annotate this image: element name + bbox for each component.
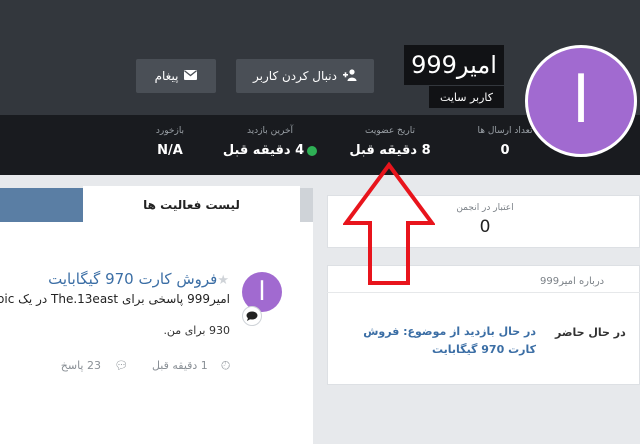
comment-icon: 💬︎ (114, 359, 129, 372)
stat-label: بازخورد (155, 126, 185, 136)
stat-label: تاریخ عضویت (365, 126, 415, 136)
profile-user-title: کاربر سایت (429, 86, 504, 108)
envelope-icon (184, 69, 198, 83)
activity-time: 🕘︎ 1 دقیقه قبل (142, 359, 230, 372)
red-arrow-icon (343, 162, 435, 285)
reputation-label: اعتبار در انجمن (456, 203, 514, 213)
comment-bubble-icon (242, 306, 262, 326)
stat-value: 4 دقیقه قبل (222, 143, 305, 158)
stat-feedback: بازخورد N/A (130, 126, 210, 158)
activity-title[interactable]: ★فروش کارت 970 گیگابایت (40, 270, 233, 288)
profile-avatar[interactable]: ا (525, 45, 637, 157)
activity-panel (0, 188, 313, 444)
tab-inactive[interactable] (0, 188, 83, 222)
avatar-letter: ا (572, 64, 590, 138)
activity-title-link[interactable]: فروش کارت 970 گیگابایت (48, 270, 217, 288)
activity-time-text: 1 دقیقه قبل (151, 359, 208, 372)
stat-value: 8 دقیقه قبل (349, 143, 431, 158)
clock-icon: 🕘︎ (221, 359, 230, 372)
stat-join-date: تاریخ عضویت 8 دقیقه قبل (340, 126, 440, 158)
activity-description: امیر999 پاسخی برای The.13east در یک topi… (0, 292, 230, 306)
divider (0, 175, 640, 185)
online-status-icon (307, 145, 318, 156)
stat-label: آخرین بازدید (246, 126, 294, 136)
message-label: پیغام (154, 69, 179, 83)
activity-snippet: 930 برای من. (163, 324, 230, 337)
follow-user-label: دنبال کردن کاربر (253, 69, 337, 83)
stat-value: 0 (500, 143, 510, 158)
current-activity-label: در حال حاضر (555, 326, 626, 339)
activity-meta: 🕘︎ 1 دقیقه قبل 💬︎ 23 پاسخ (0, 359, 230, 373)
stat-value: N/A (157, 143, 183, 158)
about-heading: درباره امیر999 (540, 276, 605, 287)
avatar-letter: ا (258, 277, 266, 307)
stat-last-visit: آخرین بازدید 4 دقیقه قبل (215, 126, 325, 158)
tab-activity-list[interactable]: لیست فعالیت ها (83, 186, 300, 224)
user-plus-icon (342, 68, 357, 84)
current-activity-link[interactable]: در حال بازدید از موضوع: فروش کارت 970 گی… (340, 323, 536, 358)
activity-replies[interactable]: 💬︎ 23 پاسخ (51, 359, 129, 372)
activity-replies-text: 23 پاسخ (60, 359, 101, 372)
follow-user-button[interactable]: دنبال کردن کاربر (236, 59, 374, 93)
star-icon[interactable]: ★ (217, 273, 229, 288)
divider (327, 292, 640, 293)
reputation-value: 0 (479, 217, 491, 237)
message-button[interactable]: پیغام (136, 59, 216, 93)
profile-username: امیر999 (404, 45, 504, 85)
